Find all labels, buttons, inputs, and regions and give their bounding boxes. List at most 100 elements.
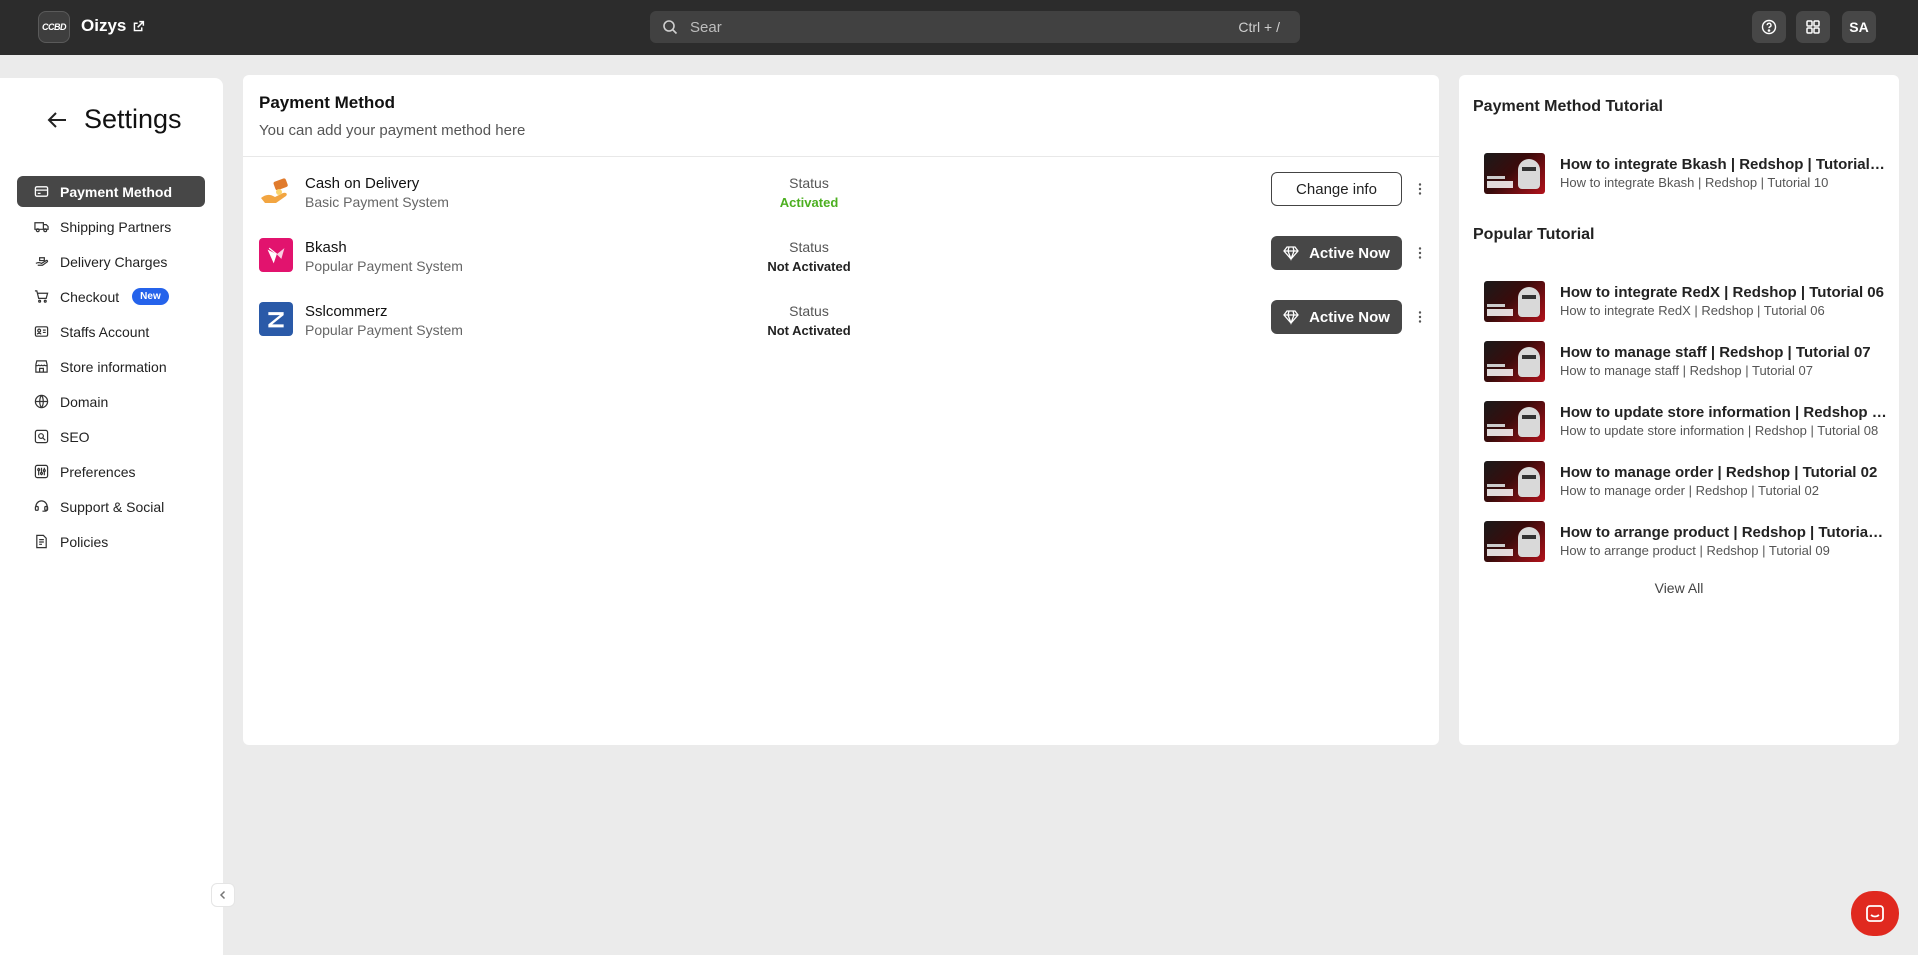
new-badge: New [132,288,169,305]
kebab-menu-icon [1418,247,1422,259]
payment-method-desc: Popular Payment System [305,322,463,338]
settings-sidebar: Settings Payment Method Shipping Partner… [0,78,223,955]
apps-grid-icon [1806,20,1820,34]
truck-icon [34,222,49,233]
sidebar-item-label: Store information [60,358,167,375]
diamond-icon [1283,310,1299,325]
sidebar-item-payment-method[interactable]: Payment Method [17,176,205,207]
more-options-button[interactable] [1412,244,1428,262]
card-header: Payment Method You can add your payment … [243,75,1439,157]
status-value: Not Activated [767,259,851,274]
sslcommerz-logo [259,302,293,336]
delivery-icon [35,257,49,266]
change-info-button[interactable]: Change info [1271,172,1402,206]
sidebar-item-policies[interactable]: Policies [17,526,205,557]
help-button[interactable] [1752,11,1786,43]
payment-method-card: Payment Method You can add your payment … [243,75,1439,745]
cash-on-delivery-logo [259,174,293,208]
payment-row-cod: Cash on Delivery Basic Payment System St… [259,172,1429,212]
tutorial-item[interactable]: How to update store information | Redsho… [1484,401,1889,443]
apps-button[interactable] [1796,11,1830,43]
tutorial-subtitle: How to manage staff | Redshop | Tutorial… [1560,363,1813,378]
popular-tutorial-heading: Popular Tutorial [1473,226,1595,243]
page-title: Payment Method [259,93,396,112]
bkash-logo [259,238,293,272]
sslcommerz-z-icon [268,312,284,328]
sidebar-item-label: Support & Social [60,498,165,515]
kebab-menu-icon [1418,311,1422,323]
chat-icon [1866,904,1884,922]
tutorial-panel: Payment Method Tutorial How to integrate… [1459,75,1899,745]
id-card-icon [34,326,49,337]
policy-icon [36,534,47,549]
video-thumbnail [1484,341,1545,382]
more-options-button[interactable] [1412,180,1428,198]
sidebar-item-label: Policies [60,533,109,550]
store-icon [35,360,48,373]
diamond-icon [1283,246,1299,261]
sidebar-item-preferences[interactable]: Preferences [17,456,205,487]
chevron-left-icon [219,890,226,900]
video-thumbnail [1484,461,1545,502]
sidebar-item-seo[interactable]: SEO [17,421,205,452]
active-now-button[interactable]: Active Now [1271,300,1402,334]
sidebar-item-label: Delivery Charges [60,253,168,270]
tutorial-item[interactable]: How to integrate Bkash | Redshop | Tutor… [1484,153,1889,195]
chat-support-button[interactable] [1851,891,1899,936]
external-link-icon [134,20,145,31]
kebab-menu-icon [1418,183,1422,195]
search-input[interactable] [690,18,1239,36]
sidebar-item-label: Staffs Account [60,323,150,340]
tutorial-item[interactable]: How to integrate RedX | Redshop | Tutori… [1484,281,1889,323]
tutorial-subtitle: How to integrate Bkash | Redshop | Tutor… [1560,175,1829,190]
collapse-sidebar-button[interactable] [211,883,235,907]
payment-method-name: Cash on Delivery [305,175,420,192]
button-label: Active Now [1309,244,1390,262]
tutorial-title: How to integrate Bkash | Redshop | Tutor… [1560,156,1887,173]
user-avatar-button[interactable]: SA [1842,11,1876,43]
store-logo[interactable]: CCBD [38,11,70,43]
sidebar-item-support-social[interactable]: Support & Social [17,491,205,522]
sidebar-item-label: SEO [60,428,90,445]
payment-row-bkash: Bkash Popular Payment System Status Not … [259,236,1429,276]
back-arrow-icon[interactable] [46,109,68,131]
cash-hand-icon [261,178,288,203]
tutorial-title: How to manage order | Redshop | Tutorial… [1560,464,1878,481]
store-name-link[interactable]: Oizys [81,16,145,36]
tutorial-subtitle: How to arrange product | Redshop | Tutor… [1560,543,1830,558]
sidebar-item-delivery-charges[interactable]: Delivery Charges [17,246,205,277]
sidebar-item-label: Shipping Partners [60,218,172,235]
sidebar-item-domain[interactable]: Domain [17,386,205,417]
sidebar-item-shipping-partners[interactable]: Shipping Partners [17,211,205,242]
search-bar[interactable]: Ctrl + / [650,11,1300,43]
card-icon [34,186,49,197]
tutorial-item[interactable]: How to manage staff | Redshop | Tutorial… [1484,341,1889,383]
sidebar-item-checkout[interactable]: Checkout New [17,281,205,312]
video-thumbnail [1484,153,1545,194]
sidebar-item-staffs-account[interactable]: Staffs Account [17,316,205,347]
sidebar-item-label: Payment Method [60,183,173,200]
cart-icon [34,290,49,303]
video-thumbnail [1484,281,1545,322]
status-label: Status [789,175,829,191]
settings-title: Settings [84,104,182,134]
tutorial-item[interactable]: How to manage order | Redshop | Tutorial… [1484,461,1889,503]
sidebar-item-label: Checkout [60,288,120,305]
active-now-button[interactable]: Active Now [1271,236,1402,270]
more-options-button[interactable] [1412,308,1428,326]
payment-status: Status Not Activated [739,239,879,274]
tutorial-title: How to integrate RedX | Redshop | Tutori… [1560,284,1884,301]
tutorial-item[interactable]: How to arrange product | Redshop | Tutor… [1484,521,1889,563]
tutorial-title: How to arrange product | Redshop | Tutor… [1560,524,1887,541]
status-value: Not Activated [767,323,851,338]
bkash-bird-icon [267,247,285,264]
tutorial-title: How to manage staff | Redshop | Tutorial… [1560,344,1871,361]
top-bar: CCBD Oizys Ctrl + / SA [0,0,1918,55]
payment-method-desc: Basic Payment System [305,194,449,210]
sidebar-item-store-information[interactable]: Store information [17,351,205,382]
status-label: Status [789,303,829,319]
payment-method-name: Sslcommerz [305,303,388,320]
view-all-link[interactable]: View All [1459,580,1899,596]
preferences-icon [34,464,49,479]
seo-icon [34,429,49,444]
